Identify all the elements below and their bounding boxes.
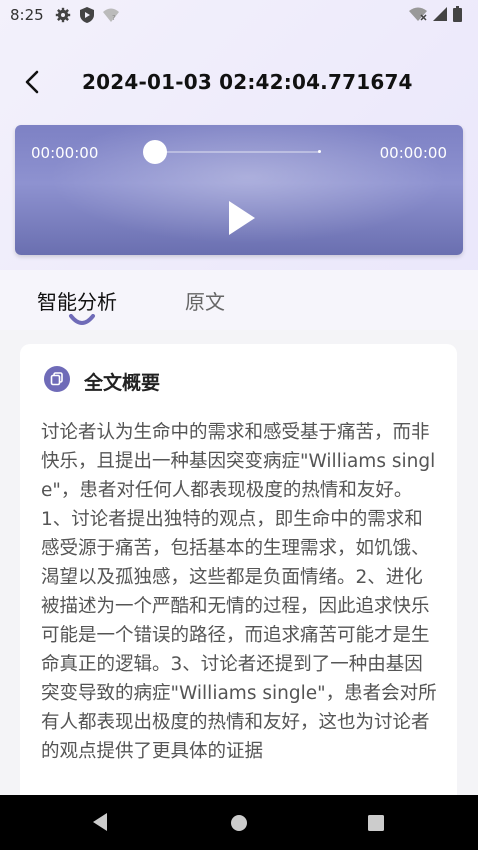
progress-track[interactable] xyxy=(155,151,320,153)
shield-icon xyxy=(80,7,94,23)
active-tab-indicator xyxy=(69,314,95,325)
total-time: 00:00:00 xyxy=(379,144,447,162)
status-icons-left: ? xyxy=(55,7,119,23)
signal-icon xyxy=(433,7,447,21)
navigation-bar xyxy=(0,795,478,850)
tab-smart-analysis[interactable]: 智能分析 xyxy=(37,286,117,315)
copy-icon xyxy=(44,366,70,392)
gear-icon xyxy=(55,7,71,23)
recents-square-icon[interactable] xyxy=(367,814,385,832)
home-circle-icon[interactable] xyxy=(229,813,249,833)
audio-player: 00:00:00 00:00:00 xyxy=(15,125,463,255)
current-time: 00:00:00 xyxy=(31,144,99,162)
header: 2024-01-03 02:42:04.771674 xyxy=(0,60,478,110)
wifi-unknown-icon: ? xyxy=(103,8,119,22)
status-time: 8:25 xyxy=(10,6,44,24)
page-title: 2024-01-03 02:42:04.771674 xyxy=(82,70,413,94)
play-icon[interactable] xyxy=(225,199,259,237)
battery-icon xyxy=(453,6,462,22)
status-icons-right xyxy=(409,6,462,22)
summary-text: 讨论者认为生命中的需求和感受基于痛苦，而非快乐，且提出一种基因突变病症"Will… xyxy=(41,422,437,762)
wifi-off-icon xyxy=(409,7,427,21)
summary-title: 全文概要 xyxy=(84,372,161,394)
back-arrow-icon[interactable] xyxy=(20,68,48,96)
tab-bar: 智能分析 原文 xyxy=(0,270,478,330)
summary-card: 全文概要 讨论者认为生命中的需求和感受基于痛苦，而非快乐，且提出一种基因突变病症… xyxy=(20,344,457,814)
progress-thumb[interactable] xyxy=(143,140,167,164)
status-bar: 8:25 ? xyxy=(0,0,478,30)
progress-end-dot xyxy=(318,150,321,153)
svg-text:?: ? xyxy=(112,14,116,22)
back-triangle-icon[interactable] xyxy=(90,811,110,833)
tab-original-text[interactable]: 原文 xyxy=(185,286,225,315)
